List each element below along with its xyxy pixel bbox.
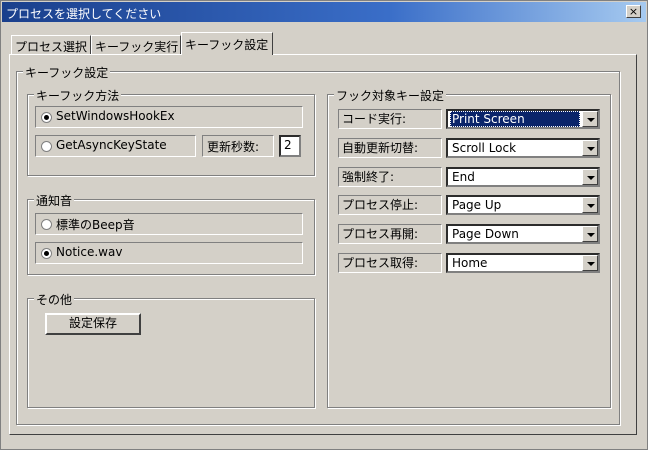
select-value: End bbox=[452, 170, 475, 184]
key-label-auto-update: 自動更新切替: bbox=[338, 138, 442, 158]
chevron-down-icon[interactable] bbox=[582, 169, 598, 185]
key-select-code-run[interactable]: Print Screen bbox=[446, 109, 600, 129]
key-select-process-stop[interactable]: Page Up bbox=[446, 195, 600, 215]
hook-method-group: キーフック方法 SetWindowsHookEx GetAsyncKeyStat… bbox=[27, 87, 315, 176]
group-title: キーフック設定 bbox=[23, 64, 111, 81]
chevron-down-icon[interactable] bbox=[582, 111, 598, 127]
radio-unselected-icon bbox=[41, 141, 52, 152]
other-group: その他 設定保存 bbox=[27, 291, 315, 408]
radio-unselected-icon bbox=[41, 219, 52, 230]
tab-process-select[interactable]: プロセス選択 bbox=[11, 35, 91, 54]
key-label-force-quit: 強制終了: bbox=[338, 167, 442, 187]
hook-keys-group: フック対象キー設定 コード実行: Print Screen 自動更新切替: Sc… bbox=[327, 87, 611, 408]
radio-getasynckeystate[interactable]: GetAsyncKeyState bbox=[35, 135, 196, 157]
radio-setwindowshookex[interactable]: SetWindowsHookEx bbox=[35, 106, 303, 128]
tab-label: プロセス選択 bbox=[15, 40, 88, 54]
chevron-down-icon[interactable] bbox=[582, 197, 598, 213]
select-value: Home bbox=[452, 256, 488, 270]
radio-notice-wav[interactable]: Notice.wav bbox=[35, 242, 303, 264]
chevron-down-icon[interactable] bbox=[582, 140, 598, 156]
interval-label-box: 更新秒数: bbox=[202, 135, 274, 157]
key-select-process-get[interactable]: Home bbox=[446, 253, 600, 273]
key-label-process-resume: プロセス再開: bbox=[338, 224, 442, 244]
select-value: Print Screen bbox=[450, 111, 580, 127]
radio-label: Notice.wav bbox=[56, 245, 123, 259]
key-label-process-stop: プロセス停止: bbox=[338, 195, 442, 215]
radio-standard-beep[interactable]: 標準のBeep音 bbox=[35, 213, 303, 235]
close-icon: × bbox=[628, 5, 639, 18]
radio-selected-icon bbox=[41, 112, 52, 123]
tab-label: キーフック設定 bbox=[185, 38, 269, 52]
key-select-force-quit[interactable]: End bbox=[446, 167, 600, 187]
tab-keyhook-run[interactable]: キーフック実行 bbox=[91, 35, 181, 54]
chevron-down-icon[interactable] bbox=[582, 226, 598, 242]
key-select-process-resume[interactable]: Page Down bbox=[446, 224, 600, 244]
chevron-down-icon[interactable] bbox=[582, 255, 598, 271]
radio-label: GetAsyncKeyState bbox=[56, 138, 167, 152]
select-value: Scroll Lock bbox=[452, 141, 517, 155]
notify-sound-group: 通知音 標準のBeep音 Notice.wav bbox=[27, 192, 315, 275]
radio-selected-icon bbox=[41, 248, 52, 259]
close-button[interactable]: × bbox=[626, 5, 641, 18]
keyhook-settings-group: キーフック設定 キーフック方法 SetWindowsHookEx GetAsyn… bbox=[16, 64, 620, 425]
tab-label: キーフック実行 bbox=[95, 40, 179, 54]
radio-label: 標準のBeep音 bbox=[56, 218, 135, 232]
hook-method-title: キーフック方法 bbox=[34, 87, 122, 104]
window-title: プロセスを選択してください bbox=[6, 7, 162, 21]
dialog-window: プロセスを選択してください × プロセス選択 キーフック実行 キーフック設定 キ… bbox=[0, 0, 648, 450]
select-value: Page Up bbox=[452, 198, 502, 212]
radio-label: SetWindowsHookEx bbox=[56, 109, 175, 123]
interval-seconds-input[interactable]: 2 bbox=[279, 135, 301, 157]
save-settings-button[interactable]: 設定保存 bbox=[45, 313, 141, 335]
tab-panel: キーフック設定 キーフック方法 SetWindowsHookEx GetAsyn… bbox=[9, 54, 637, 435]
tab-keyhook-settings[interactable]: キーフック設定 bbox=[181, 32, 273, 55]
key-label-process-get: プロセス取得: bbox=[338, 253, 442, 273]
select-value: Page Down bbox=[452, 227, 519, 241]
key-select-auto-update[interactable]: Scroll Lock bbox=[446, 138, 600, 158]
other-title: その他 bbox=[34, 291, 75, 308]
key-label-code-run: コード実行: bbox=[338, 109, 442, 129]
hook-keys-title: フック対象キー設定 bbox=[334, 87, 447, 104]
interval-label: 更新秒数: bbox=[207, 140, 260, 154]
title-bar[interactable]: プロセスを選択してください × bbox=[2, 2, 646, 22]
notify-sound-title: 通知音 bbox=[34, 192, 75, 209]
